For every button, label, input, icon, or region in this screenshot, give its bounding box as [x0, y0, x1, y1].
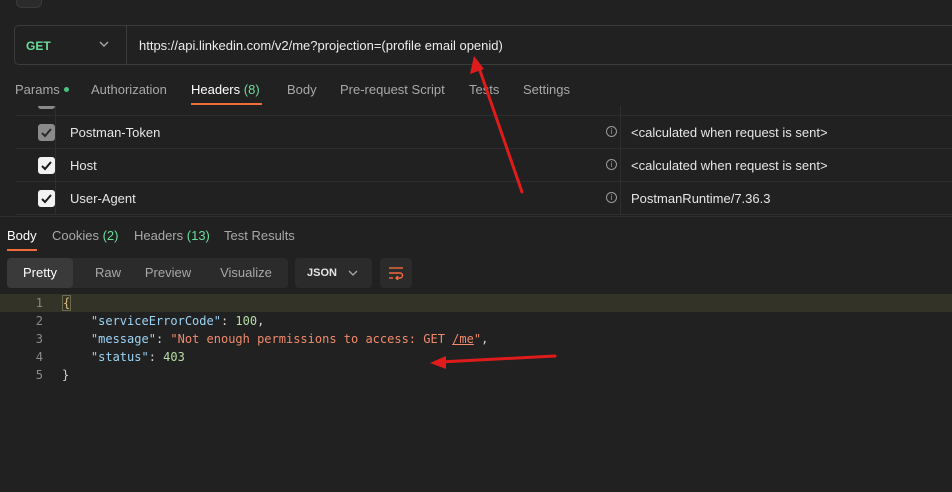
line-number: 1: [35, 296, 43, 310]
view-mode-group: Pretty Raw Preview Visualize: [7, 258, 288, 288]
header-key[interactable]: Host: [70, 158, 97, 173]
header-key[interactable]: User-Agent: [70, 191, 136, 206]
request-tabs: Params Authorization Headers (8) Body Pr…: [0, 72, 952, 106]
code-text: "status": 403: [90, 350, 185, 364]
code-text: }: [62, 368, 70, 382]
url-input[interactable]: https://api.linkedin.com/v2/me?projectio…: [139, 38, 503, 53]
method-select[interactable]: GET: [15, 26, 127, 64]
method-label: GET: [26, 39, 51, 53]
header-value[interactable]: <calculated when request is sent>: [631, 125, 828, 140]
checkbox-partial[interactable]: [38, 106, 55, 109]
check-icon: [41, 128, 52, 138]
tab-cookies[interactable]: Cookies (2): [52, 228, 118, 243]
info-icon[interactable]: i: [606, 192, 617, 203]
format-select[interactable]: JSON: [295, 258, 372, 288]
view-raw-button[interactable]: Raw: [75, 258, 141, 288]
code-text: {: [62, 295, 72, 311]
chevron-down-icon: [348, 270, 358, 276]
collapsed-control[interactable]: [16, 0, 42, 8]
view-visualize-button[interactable]: Visualize: [213, 258, 279, 288]
top-bar: [0, 0, 952, 18]
tab-body[interactable]: Body: [287, 82, 317, 97]
tab-authorization[interactable]: Authorization: [91, 82, 167, 97]
checkbox[interactable]: [38, 124, 55, 141]
table-row: Postman-Token i <calculated when request…: [16, 116, 952, 149]
tab-response-body[interactable]: Body: [7, 228, 37, 243]
table-row: User-Agent i PostmanRuntime/7.36.3: [16, 182, 952, 215]
chevron-down-icon: [99, 41, 109, 47]
view-preview-button[interactable]: Preview: [135, 258, 201, 288]
line-number: 5: [35, 368, 43, 382]
wrap-lines-button[interactable]: [380, 258, 412, 288]
request-url-bar: GET https://api.linkedin.com/v2/me?proje…: [14, 25, 952, 65]
code-line: 2 "serviceErrorCode": 100,: [0, 312, 952, 330]
header-value[interactable]: PostmanRuntime/7.36.3: [631, 191, 770, 206]
tab-tests[interactable]: Tests: [469, 82, 499, 97]
info-icon[interactable]: i: [606, 126, 617, 137]
checkbox[interactable]: [38, 157, 55, 174]
header-key[interactable]: Postman-Token: [70, 125, 160, 140]
line-number: 2: [35, 314, 43, 328]
active-tab-underline: [191, 103, 262, 105]
tab-test-results[interactable]: Test Results: [224, 228, 295, 243]
checkbox[interactable]: [38, 190, 55, 207]
table-row: [16, 106, 952, 116]
check-icon: [41, 161, 52, 171]
active-tab-underline: [7, 249, 37, 251]
line-number: 3: [35, 332, 43, 346]
tab-params[interactable]: Params: [15, 82, 69, 97]
code-line: 3 "message": "Not enough permissions to …: [0, 330, 952, 348]
view-pretty-button[interactable]: Pretty: [7, 258, 73, 288]
code-text: "message": "Not enough permissions to ac…: [90, 332, 489, 346]
code-text: "serviceErrorCode": 100,: [90, 314, 265, 328]
table-row: Host i <calculated when request is sent>: [16, 149, 952, 182]
response-tabs: Body Cookies (2) Headers (13) Test Resul…: [0, 216, 952, 253]
link-text[interactable]: /me: [452, 332, 474, 346]
tab-headers[interactable]: Headers (8): [191, 82, 260, 97]
info-icon[interactable]: i: [606, 159, 617, 170]
line-number: 4: [35, 350, 43, 364]
code-line: 5 }: [0, 366, 952, 384]
header-value[interactable]: <calculated when request is sent>: [631, 158, 828, 173]
tab-response-headers[interactable]: Headers (13): [134, 228, 210, 243]
code-line: 1 {: [0, 294, 952, 312]
headers-table: Postman-Token i <calculated when request…: [16, 106, 952, 216]
format-label: JSON: [307, 267, 337, 279]
code-line: 4 "status": 403: [0, 348, 952, 366]
tab-pre-request-script[interactable]: Pre-request Script: [340, 82, 445, 97]
tab-settings[interactable]: Settings: [523, 82, 570, 97]
params-indicator-icon: [63, 87, 69, 93]
check-icon: [41, 194, 52, 204]
wrap-lines-icon: [389, 267, 404, 280]
